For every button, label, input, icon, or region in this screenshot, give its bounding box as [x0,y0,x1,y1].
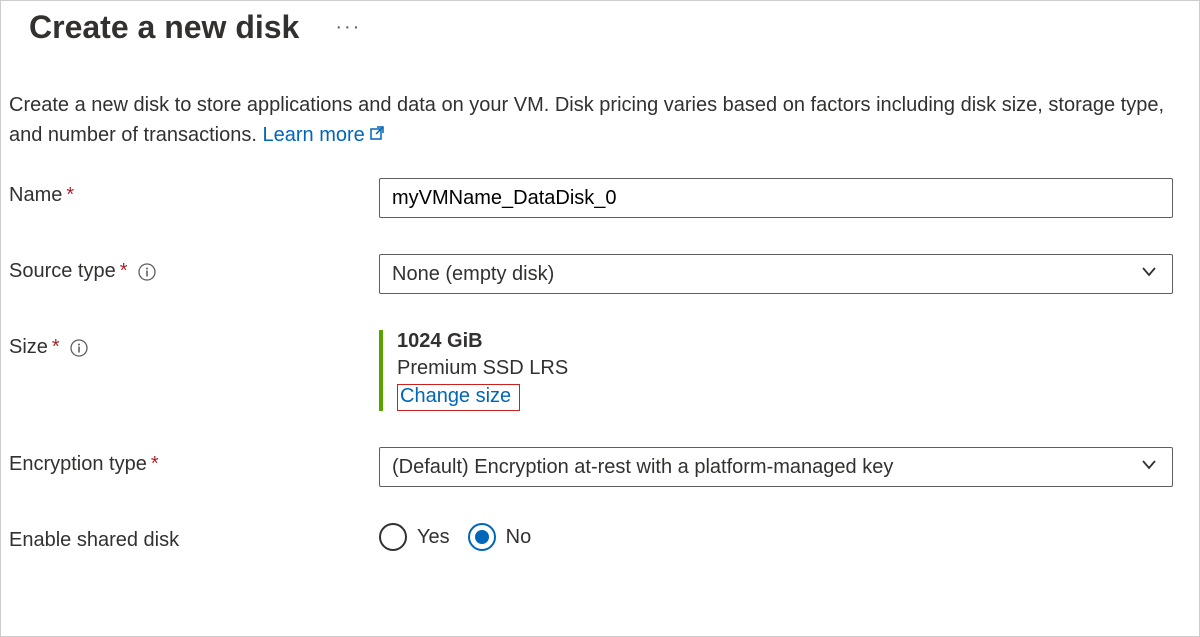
source-type-select[interactable]: None (empty disk) [379,254,1173,294]
radio-icon-selected [468,523,496,551]
size-label: Size [9,336,48,359]
info-icon[interactable] [70,339,88,357]
source-type-label: Source type [9,260,116,283]
required-indicator: * [52,336,60,359]
external-link-icon [369,120,385,150]
more-actions-icon[interactable]: ··· [335,16,361,39]
required-indicator: * [66,184,74,207]
learn-more-link[interactable]: Learn more [262,124,384,146]
shared-disk-radio-group: Yes No [379,523,1173,551]
encryption-type-label: Encryption type [9,453,147,476]
change-size-link[interactable]: Change size [397,384,520,411]
size-disk-type: Premium SSD LRS [397,357,1173,380]
radio-icon [379,523,407,551]
shared-disk-no-option[interactable]: No [468,523,532,551]
page-description: Create a new disk to store applications … [1,46,1199,150]
required-indicator: * [120,260,128,283]
shared-disk-yes-option[interactable]: Yes [379,523,450,551]
description-text: Create a new disk to store applications … [9,94,1164,146]
radio-label-yes: Yes [417,526,450,549]
shared-disk-label: Enable shared disk [9,529,179,552]
required-indicator: * [151,453,159,476]
chevron-down-icon [1140,262,1158,286]
chevron-down-icon [1140,455,1158,479]
radio-label-no: No [506,526,532,549]
info-icon[interactable] [138,263,156,281]
name-label: Name [9,184,62,207]
page-title: Create a new disk [29,9,299,46]
size-value: 1024 GiB [397,330,1173,353]
encryption-type-select[interactable]: (Default) Encryption at-rest with a plat… [379,447,1173,487]
name-input[interactable] [379,178,1173,218]
